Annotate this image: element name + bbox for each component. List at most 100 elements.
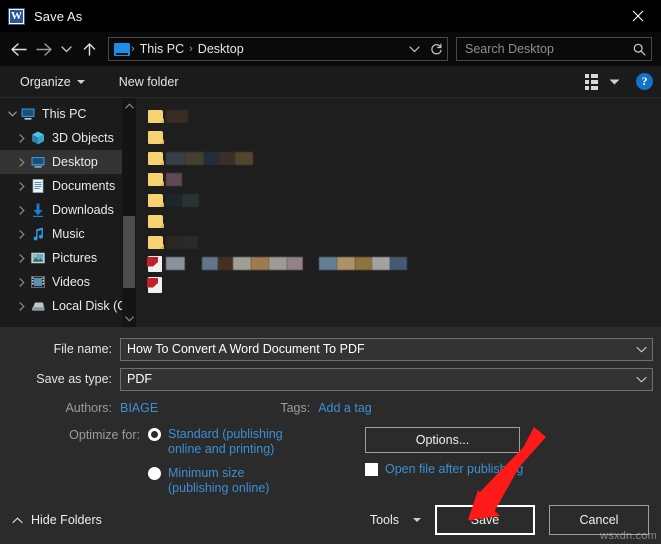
recent-locations-chevron-icon[interactable] bbox=[57, 36, 76, 62]
save-button[interactable]: Save bbox=[435, 505, 535, 535]
sidebar-item-desktop[interactable]: Desktop bbox=[0, 150, 136, 174]
file-list[interactable] bbox=[136, 98, 661, 327]
address-dropdown-chevron-icon[interactable] bbox=[403, 45, 425, 53]
dialog-body: This PC3D Objects Desktop DocumentsDownloa… bbox=[0, 98, 661, 327]
obscured-file-name-fragment bbox=[166, 173, 182, 186]
open-after-publishing-label: Open file after publishing bbox=[385, 462, 523, 476]
hide-folders-button[interactable]: Hide Folders bbox=[12, 513, 102, 527]
breadcrumb-item-this-pc[interactable]: This PC bbox=[136, 42, 188, 56]
obscured-file-name-fragment bbox=[185, 152, 204, 165]
file-name-input[interactable]: How To Convert A Word Document To PDF bbox=[120, 338, 653, 361]
pdf-icon bbox=[148, 256, 162, 272]
sidebar-item-videos[interactable]: Videos bbox=[0, 270, 136, 294]
chevron-right-icon[interactable] bbox=[14, 134, 30, 143]
chevron-right-icon[interactable] bbox=[14, 230, 30, 239]
obscured-file-name-fragment bbox=[233, 257, 251, 270]
sidebar-item-downloads[interactable]: Downloads bbox=[0, 198, 136, 222]
cancel-button-label: Cancel bbox=[580, 513, 619, 527]
chevron-down-icon bbox=[413, 518, 421, 522]
forward-arrow-icon[interactable] bbox=[31, 36, 57, 62]
new-folder-button[interactable]: New folder bbox=[113, 71, 185, 93]
save-as-type-label: Save as type: bbox=[0, 372, 120, 386]
save-as-type-value[interactable]: PDF bbox=[121, 372, 630, 386]
list-item[interactable] bbox=[148, 232, 661, 253]
chevron-right-icon[interactable] bbox=[14, 182, 30, 191]
view-layout-icon[interactable] bbox=[582, 72, 601, 92]
up-arrow-icon[interactable] bbox=[76, 36, 102, 62]
navigation-bar: › This PC › Desktop Search Desktop bbox=[0, 32, 661, 66]
tags-label: Tags: bbox=[158, 401, 318, 415]
search-box[interactable]: Search Desktop bbox=[456, 37, 652, 61]
save-form: File name: How To Convert A Word Documen… bbox=[0, 327, 661, 496]
scrollbar-track[interactable] bbox=[122, 114, 136, 311]
tags-value[interactable]: Add a tag bbox=[318, 401, 372, 415]
scrollbar-thumb[interactable] bbox=[123, 216, 135, 288]
file-name-value[interactable]: How To Convert A Word Document To PDF bbox=[121, 342, 630, 356]
open-after-publishing-checkbox[interactable]: Open file after publishing bbox=[365, 462, 661, 476]
list-item[interactable] bbox=[148, 106, 661, 127]
sidebar-item-music[interactable]: Music bbox=[0, 222, 136, 246]
desktop-icon bbox=[30, 154, 46, 170]
save-as-type-chevron-down-icon[interactable] bbox=[630, 376, 652, 383]
list-item[interactable] bbox=[148, 211, 661, 232]
word-icon: W bbox=[8, 8, 25, 25]
list-item[interactable] bbox=[148, 169, 661, 190]
authors-value[interactable]: BIAGE bbox=[120, 401, 158, 415]
radio-standard[interactable]: Standard (publishing online and printing… bbox=[148, 427, 298, 457]
optimize-for-label: Optimize for: bbox=[0, 427, 148, 496]
this-pc-icon bbox=[20, 106, 36, 122]
obscured-file-name-fragment bbox=[183, 236, 198, 249]
chevron-up-icon bbox=[12, 513, 23, 527]
tools-button[interactable]: Tools bbox=[370, 513, 421, 527]
scroll-up-icon[interactable] bbox=[122, 98, 136, 114]
sidebar-item-label: Desktop bbox=[52, 155, 98, 169]
help-icon[interactable]: ? bbox=[636, 73, 653, 90]
obscured-file-name-fragment bbox=[166, 152, 185, 165]
search-icon[interactable] bbox=[627, 43, 651, 56]
view-dropdown-chevron-icon[interactable] bbox=[609, 73, 620, 91]
folder-icon bbox=[148, 236, 163, 249]
sidebar-item-documents[interactable]: Documents bbox=[0, 174, 136, 198]
chevron-right-icon[interactable] bbox=[14, 254, 30, 263]
chevron-right-icon[interactable] bbox=[14, 206, 30, 215]
sidebar-item-this-pc[interactable]: This PC bbox=[0, 102, 136, 126]
metadata-row: Authors: BIAGE Tags: Add a tag bbox=[0, 397, 661, 419]
save-as-dialog: W Save As bbox=[0, 0, 661, 544]
obscured-file-name-fragment bbox=[218, 257, 233, 270]
list-item[interactable] bbox=[148, 148, 661, 169]
organize-button[interactable]: Organize bbox=[14, 71, 91, 93]
obscured-file-name-fragment bbox=[390, 257, 407, 270]
breadcrumb-item-desktop[interactable]: Desktop bbox=[194, 42, 248, 56]
refresh-icon[interactable] bbox=[425, 43, 447, 56]
radio-minimum-size[interactable]: Minimum size (publishing online) bbox=[148, 466, 298, 496]
chevron-right-icon[interactable] bbox=[14, 302, 30, 311]
file-name-chevron-down-icon[interactable] bbox=[630, 346, 652, 353]
list-item[interactable] bbox=[148, 127, 661, 148]
radio-standard-indicator[interactable] bbox=[148, 428, 161, 441]
search-input[interactable]: Search Desktop bbox=[457, 42, 627, 56]
chevron-right-icon[interactable] bbox=[14, 278, 30, 287]
list-item[interactable] bbox=[148, 253, 661, 274]
address-bar[interactable]: › This PC › Desktop bbox=[108, 37, 448, 61]
save-as-type-row: Save as type: PDF bbox=[0, 367, 661, 391]
scroll-down-icon[interactable] bbox=[122, 311, 136, 327]
back-arrow-icon[interactable] bbox=[5, 36, 31, 62]
title-bar: W Save As bbox=[0, 0, 661, 32]
folder-icon bbox=[148, 110, 163, 123]
list-item[interactable] bbox=[148, 274, 661, 295]
sidebar-item-local-disk-c[interactable]: Local Disk (C:) bbox=[0, 294, 136, 318]
folder-icon bbox=[148, 173, 163, 186]
chevron-down-icon[interactable] bbox=[14, 158, 30, 167]
checkbox-indicator[interactable] bbox=[365, 463, 378, 476]
sidebar-scrollbar[interactable] bbox=[122, 98, 136, 327]
radio-minimum-size-indicator[interactable] bbox=[148, 467, 161, 480]
sidebar-item-3d-objects[interactable]: 3D Objects bbox=[0, 126, 136, 150]
options-button[interactable]: Options... bbox=[365, 427, 520, 453]
downloads-icon bbox=[30, 202, 46, 218]
chevron-down-icon[interactable] bbox=[4, 111, 20, 117]
close-icon[interactable] bbox=[615, 0, 661, 32]
sidebar-item-pictures[interactable]: Pictures bbox=[0, 246, 136, 270]
organize-label: Organize bbox=[20, 75, 71, 89]
list-item[interactable] bbox=[148, 190, 661, 211]
save-as-type-select[interactable]: PDF bbox=[120, 368, 653, 391]
